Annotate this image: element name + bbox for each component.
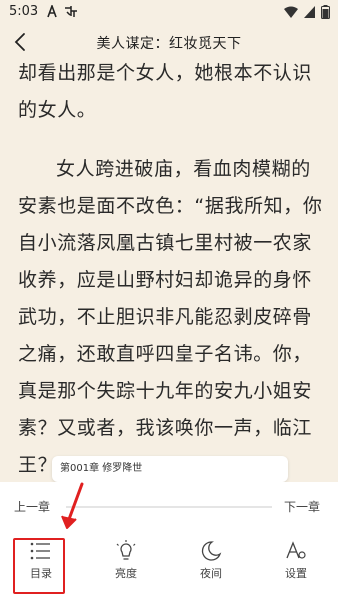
signal-icon bbox=[304, 6, 315, 22]
brightness-label: 亮度 bbox=[115, 567, 137, 580]
status-right-icons bbox=[284, 5, 330, 23]
night-mode-label: 夜间 bbox=[200, 567, 222, 580]
wifi-icon bbox=[284, 6, 298, 22]
battery-icon bbox=[321, 5, 330, 23]
next-chapter-button[interactable]: 下一章 bbox=[284, 498, 320, 515]
font-settings-icon bbox=[268, 540, 324, 562]
moon-icon bbox=[183, 540, 239, 562]
settings-button[interactable]: 设置 bbox=[268, 536, 324, 596]
paragraph: 女人跨进破庙，看血肉模糊的安素也是面不改色：“据我所知，你自小流落凤凰古镇七里村… bbox=[18, 158, 323, 476]
brightness-button[interactable]: 亮度 bbox=[98, 536, 154, 596]
night-mode-button[interactable]: 夜间 bbox=[183, 536, 239, 596]
book-title: 美人谋定：红妆觅天下 bbox=[96, 36, 242, 52]
toc-highlight-box bbox=[13, 538, 65, 594]
sim-icon bbox=[64, 5, 78, 22]
lightbulb-icon bbox=[98, 540, 154, 562]
status-bar: 5:03 bbox=[0, 0, 338, 24]
annotation-arrow-icon bbox=[60, 482, 88, 536]
chapter-progress-slider[interactable] bbox=[66, 506, 272, 508]
chapter-tip: 第001章 修罗降世 bbox=[52, 456, 288, 482]
a-icon bbox=[46, 3, 58, 22]
paragraph: 却看出那是个女人，她根本不认识的女人。 bbox=[18, 62, 313, 121]
reading-content: 却看出那是个女人，她根本不认识的女人。 女人跨进破庙，看血肉模糊的安素也是面不改… bbox=[18, 55, 324, 484]
settings-label: 设置 bbox=[285, 567, 307, 580]
status-left-icons bbox=[46, 3, 78, 22]
prev-chapter-button[interactable]: 上一章 bbox=[14, 498, 50, 515]
status-time: 5:03 bbox=[9, 4, 39, 19]
